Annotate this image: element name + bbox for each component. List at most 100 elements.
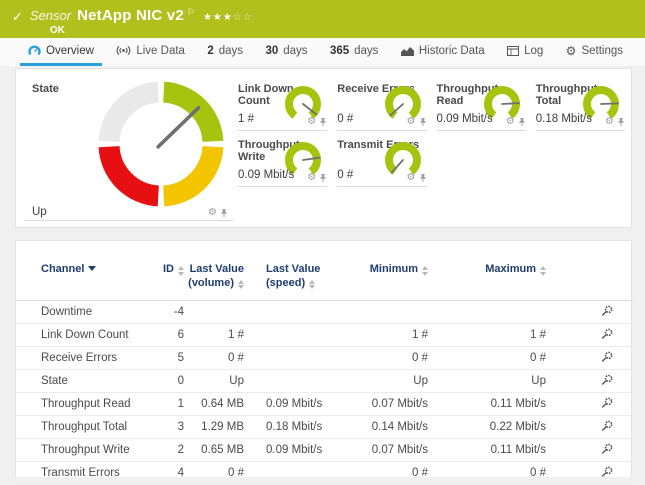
pin-icon[interactable] [319,117,327,127]
last-value-volume: 0.65 MB [184,438,244,461]
channel-settings-icon[interactable] [601,420,613,431]
col-header-last-value-volume[interactable]: Last Value(volume) [184,241,244,300]
tab-live-data[interactable]: Live Data [108,38,193,66]
minimum-value: 0 # [356,461,428,484]
pin-icon[interactable] [617,117,625,127]
table-row: Receive Errors 5 0 # 0 # 0 # [16,346,633,369]
col-header-channel[interactable]: Channel [16,241,146,300]
stars-filled[interactable]: ★★★ [203,12,233,23]
tab-log[interactable]: Log [499,38,551,66]
maximum-value: 0 # [428,461,546,484]
maximum-value: 1 # [428,323,546,346]
sensor-status-bar: ✓ Sensor NetApp NIC v2 ⚐ ★★★☆☆ OK [0,0,645,38]
tab-30-days[interactable]: 30 days [257,38,315,66]
channel-name[interactable]: Downtime [16,300,146,323]
pin-icon[interactable] [419,117,427,127]
gauge-panel-link-down-count: Link Down Count 1 # ⚙ [238,75,327,131]
last-value-speed [244,323,356,346]
channel-settings-icon[interactable] [601,328,613,339]
stars-empty[interactable]: ☆☆ [233,12,253,23]
tab-label: Historic Data [419,45,485,57]
channel-name[interactable]: Receive Errors [16,346,146,369]
last-value-volume: 0 # [184,346,244,369]
channel-settings-icon[interactable] [601,443,613,454]
sort-arrows-icon [178,266,184,276]
table-row: Throughput Write 2 0.65 MB 0.09 Mbit/s 0… [16,438,633,461]
channels-table-card: Channel ID Last Value(volume) Last Value… [15,240,632,477]
broadcast-icon [116,45,131,56]
channel-name[interactable]: Transmit Errors [16,461,146,484]
tab-label: days [219,45,243,57]
minimum-value: 1 # [356,323,428,346]
col-header-minimum[interactable]: Minimum [356,241,428,300]
maximum-value [428,300,546,323]
gauge-value: 1 # [238,113,254,125]
channel-name[interactable]: Throughput Total [16,415,146,438]
gear-icon[interactable]: ⚙ [208,208,217,218]
col-header-maximum[interactable]: Maximum [428,241,546,300]
pin-icon[interactable] [220,208,228,218]
last-value-volume: 0.64 MB [184,392,244,415]
tab-label: Log [524,45,543,57]
channel-id: 0 [146,369,184,392]
maximum-value: 0.11 Mbit/s [428,438,546,461]
channel-settings-icon[interactable] [601,305,613,316]
channel-id: 4 [146,461,184,484]
gear-icon[interactable]: ⚙ [407,173,416,183]
gear-icon[interactable]: ⚙ [407,117,416,127]
tab-2-days[interactable]: 2 days [199,38,251,66]
segment-yellow [164,147,213,196]
col-header-id[interactable]: ID [146,241,184,300]
object-type-label: Sensor [30,8,71,23]
sort-arrows-icon [422,266,428,276]
gauge-needle [601,103,618,104]
tab-overview[interactable]: Overview [20,38,102,66]
pin-icon[interactable] [419,173,427,183]
channel-name[interactable]: Throughput Read [16,392,146,415]
gauge-needle [158,108,198,147]
gauge-panel-throughput-write: Throughput Write 0.09 Mbit/s ⚙ [238,131,327,187]
pin-icon[interactable] [319,173,327,183]
gear-icon[interactable]: ⚙ [605,117,614,127]
last-value-volume: 1.29 MB [184,415,244,438]
channel-settings-icon[interactable] [601,397,613,408]
pin-icon[interactable] [518,117,526,127]
table-header-row: Channel ID Last Value(volume) Last Value… [16,241,633,300]
minimum-value: 0 # [356,346,428,369]
minimum-value: 0.07 Mbit/s [356,438,428,461]
channel-name[interactable]: Throughput Write [16,438,146,461]
tab-label: Live Data [136,45,185,57]
tab-number: 365 [330,45,349,57]
gauge-title: State [32,83,59,95]
tab-settings[interactable]: ⚙ Settings [558,38,631,66]
gear-icon[interactable]: ⚙ [307,117,316,127]
channel-id: 2 [146,438,184,461]
table-row: Link Down Count 6 1 # 1 # 1 # [16,323,633,346]
gauge-arc [587,90,615,115]
channel-id: 5 [146,346,184,369]
sort-caret-icon [88,266,96,271]
table-row: Downtime -4 [16,300,633,323]
gear-icon[interactable]: ⚙ [506,117,515,127]
gauge-value: 0 # [337,113,353,125]
channel-name[interactable]: State [16,369,146,392]
table-row: Transmit Errors 4 0 # 0 # 0 # [16,461,633,484]
gear-icon[interactable]: ⚙ [307,173,316,183]
tab-historic-data[interactable]: Historic Data [393,38,493,66]
tab-365-days[interactable]: 365 days [322,38,386,66]
flag-icon[interactable]: ⚐ [187,7,195,18]
channel-settings-icon[interactable] [601,351,613,362]
minimum-value: 0.07 Mbit/s [356,392,428,415]
channel-settings-icon[interactable] [601,374,613,385]
gauge-panel-receive-errors: Receive Errors 0 # ⚙ [337,75,426,131]
channel-name[interactable]: Link Down Count [16,323,146,346]
priority-stars[interactable]: ★★★☆☆ [203,12,253,23]
gauge-value: 0.18 Mbit/s [536,113,592,125]
col-header-last-value-speed[interactable]: Last Value(speed) [244,241,356,300]
maximum-value: 0 # [428,346,546,369]
channel-settings-icon[interactable] [601,466,613,477]
tab-label: Overview [46,45,94,57]
mini-gauge-grid: Link Down Count 1 # ⚙ Receive Errors 0 #… [238,75,625,187]
gauge-panel-throughput-total: Throughput Total 0.18 Mbit/s ⚙ [536,75,625,131]
status-badge: OK [50,25,253,36]
